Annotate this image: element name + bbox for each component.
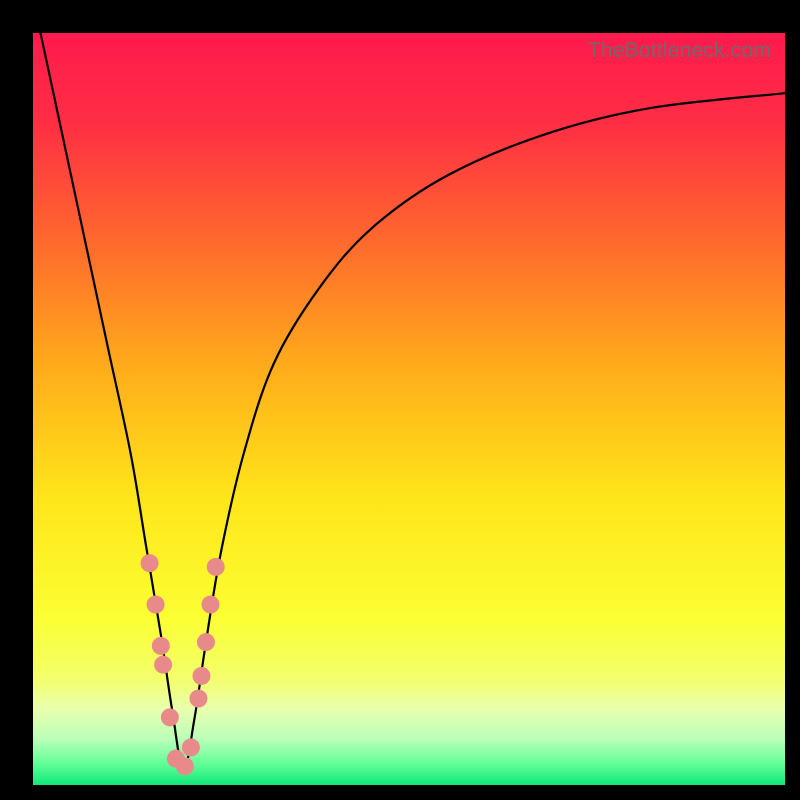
outer-frame: TheBottleneck.com [0, 0, 800, 800]
marker-dot [192, 667, 210, 685]
marker-dot [141, 554, 159, 572]
marker-dot [161, 708, 179, 726]
marker-dot [176, 757, 194, 775]
marker-dot [147, 596, 165, 614]
marker-dot [197, 633, 215, 651]
marker-dot [189, 690, 207, 708]
marker-dot [182, 738, 200, 756]
watermark-text: TheBottleneck.com [588, 39, 771, 63]
bottleneck-curve [41, 33, 785, 770]
chart-svg [33, 33, 785, 785]
marker-dot [207, 558, 225, 576]
plot-area: TheBottleneck.com [33, 33, 785, 785]
marker-dot [152, 637, 170, 655]
marker-dot [201, 596, 219, 614]
marker-dot [154, 656, 172, 674]
